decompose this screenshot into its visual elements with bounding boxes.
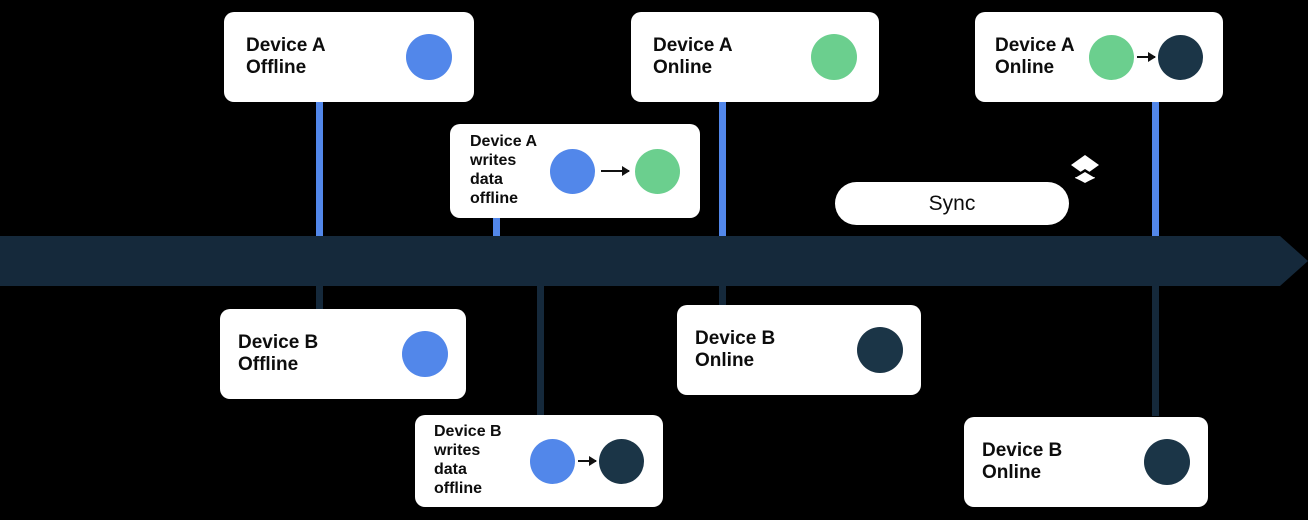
status-dot-navy xyxy=(1158,34,1203,80)
connector-device-a-online-sync xyxy=(1152,100,1159,240)
connector-device-a-online xyxy=(719,100,726,240)
card-device-a-online-sync-label: Device A Online xyxy=(995,34,1075,78)
card-device-b-offline[interactable]: Device B Offline xyxy=(220,309,466,399)
card-device-a-offline[interactable]: Device A Offline xyxy=(224,12,474,102)
sync-button[interactable]: Sync xyxy=(835,182,1069,225)
card-device-a-online-sync-visual xyxy=(1089,34,1203,80)
timeline-arrowhead xyxy=(1280,236,1308,286)
connector-device-b-writes-data-offline xyxy=(537,282,544,416)
transition-arrow-icon xyxy=(1137,52,1156,62)
status-dot-green xyxy=(1089,34,1134,80)
card-device-b-writes-data-offline-visual xyxy=(530,438,644,484)
card-device-b-online-synced-visual xyxy=(1144,439,1190,485)
connector-device-b-online-synced xyxy=(1152,282,1159,416)
card-device-a-online-visual xyxy=(811,34,857,80)
connector-device-b-offline xyxy=(316,282,323,310)
status-dot-blue xyxy=(550,148,595,194)
status-dot-navy xyxy=(1144,439,1190,485)
layers-icon xyxy=(1068,152,1102,186)
card-device-a-online-label: Device A Online xyxy=(653,34,733,78)
card-device-b-online[interactable]: Device B Online xyxy=(677,305,921,395)
card-device-b-online-synced[interactable]: Device B Online xyxy=(964,417,1208,507)
status-dot-green xyxy=(811,34,857,80)
status-dot-navy xyxy=(599,438,644,484)
transition-arrow-icon xyxy=(578,456,597,466)
connector-device-b-online xyxy=(719,282,726,306)
card-device-b-writes-data-offline[interactable]: Device B writes data offline xyxy=(415,415,663,507)
timeline-bar xyxy=(0,236,1280,286)
card-device-b-offline-label: Device B Offline xyxy=(238,331,319,375)
offline-sync-diagram: Device A Offline Device A writes data of… xyxy=(0,0,1308,520)
card-device-b-online-visual xyxy=(857,327,903,373)
card-device-b-writes-data-offline-label: Device B writes data offline xyxy=(434,423,502,497)
transition-arrow-icon xyxy=(601,166,630,176)
card-device-b-offline-visual xyxy=(402,331,448,377)
card-device-b-online-synced-label: Device B Online xyxy=(982,439,1063,483)
connector-device-a-offline xyxy=(316,100,323,240)
sync-button-label: Sync xyxy=(928,191,976,215)
card-device-a-offline-visual xyxy=(406,34,452,80)
status-dot-green xyxy=(635,148,680,194)
status-dot-blue xyxy=(402,331,448,377)
card-device-a-online-sync[interactable]: Device A Online xyxy=(975,12,1223,102)
card-device-a-writes-data-offline-label: Device A writes data offline xyxy=(470,133,537,207)
status-dot-blue xyxy=(406,34,452,80)
card-device-a-online[interactable]: Device A Online xyxy=(631,12,879,102)
card-device-b-online-label: Device B Online xyxy=(695,327,776,371)
status-dot-blue xyxy=(530,438,575,484)
status-dot-navy xyxy=(857,327,903,373)
card-device-a-offline-label: Device A Offline xyxy=(246,34,326,78)
card-device-a-writes-data-offline-visual xyxy=(550,148,680,194)
card-device-a-writes-data-offline[interactable]: Device A writes data offline xyxy=(450,124,700,218)
